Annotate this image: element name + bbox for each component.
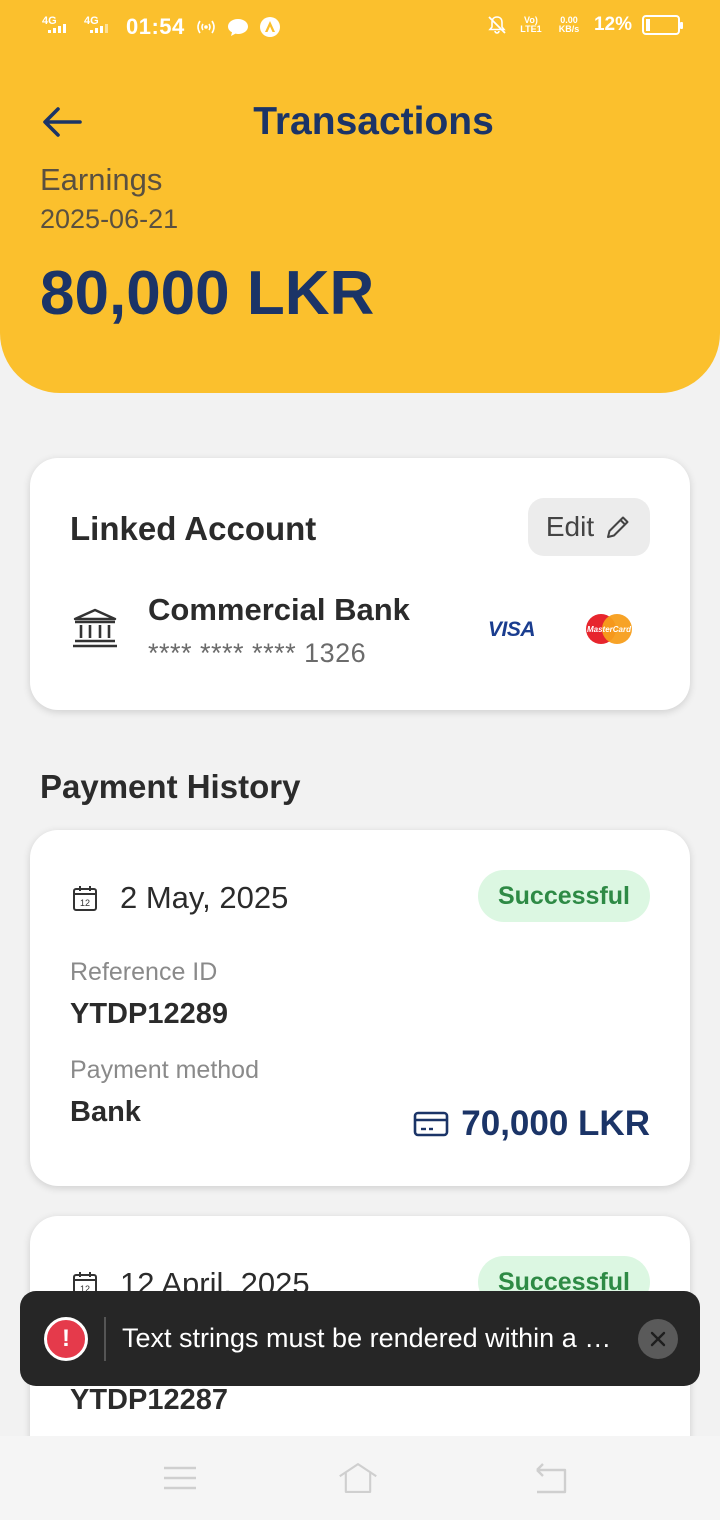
signal-icon-2: 4G: [84, 14, 116, 40]
app-notification-icon: [259, 16, 281, 38]
clock: 01:54: [126, 14, 185, 39]
payment-amount: 70,000 LKR: [461, 1104, 650, 1143]
home-button[interactable]: [338, 1458, 378, 1498]
status-right: Vo) LTE1 0.00 KB/s 12%: [486, 14, 683, 36]
reference-id-value: YTDP12289: [70, 998, 228, 1030]
card-icon: [413, 1111, 449, 1137]
toast-divider: [104, 1316, 106, 1361]
chat-icon: [227, 16, 249, 38]
return-icon: [536, 1463, 567, 1494]
earnings-label: Earnings: [40, 162, 163, 197]
toast-message: Text strings must be rendered within a …: [122, 1323, 612, 1353]
calendar-icon: 12: [73, 886, 97, 911]
battery-percent: 12%: [593, 14, 632, 35]
hotspot-icon: [195, 16, 217, 38]
svg-text:12: 12: [80, 898, 90, 908]
edit-button[interactable]: Edit: [528, 498, 650, 556]
reference-id-label: Reference ID: [70, 958, 218, 986]
status-left: 4G 4G 01:54: [42, 14, 281, 40]
header: 4G 4G 01:54 Vo) LTE1 0.00 KB/s 12% Trans…: [0, 0, 720, 393]
linked-account-card: Linked Account Edit Commercial Bank ****…: [30, 458, 690, 710]
menu-button[interactable]: [160, 1458, 200, 1498]
bank-name: Commercial Bank: [148, 592, 410, 627]
menu-icon: [164, 1466, 196, 1490]
payment-date: 2 May, 2025: [120, 880, 289, 915]
earnings-date: 2025-06-21: [40, 204, 179, 234]
payment-method-label: Payment method: [70, 1056, 259, 1084]
payment-amount-row: 70,000 LKR: [413, 1104, 650, 1144]
payment-card[interactable]: 12 2 May, 2025 Successful Reference ID Y…: [30, 830, 690, 1186]
battery-icon: [642, 15, 683, 35]
card-number: **** **** **** 1326: [148, 638, 367, 668]
visa-logo: VISA: [488, 618, 536, 641]
status-bar: 4G 4G 01:54 Vo) LTE1 0.00 KB/s 12%: [0, 0, 720, 58]
svg-text:MasterCard: MasterCard: [587, 625, 632, 634]
page-title: Transactions: [253, 100, 494, 143]
error-icon: !: [44, 1316, 88, 1361]
mastercard-logo: MasterCard: [586, 614, 632, 644]
payment-date-row: 12 2 May, 2025: [72, 880, 288, 916]
network-speed: 0.00 KB/s: [558, 15, 580, 34]
back-nav-button[interactable]: [530, 1458, 570, 1498]
home-icon: [339, 1463, 377, 1493]
error-toast: ! Text strings must be rendered within a…: [20, 1291, 700, 1386]
linked-account-heading: Linked Account: [70, 510, 317, 547]
earnings-amount: 80,000 LKR: [40, 259, 375, 328]
payment-method-value: Bank: [70, 1096, 141, 1128]
reference-id-value: YTDP12287: [70, 1384, 228, 1416]
payment-history-title: Payment History: [40, 768, 301, 805]
bank-icon: [73, 608, 117, 648]
toast-close-button[interactable]: [638, 1318, 678, 1359]
mute-icon: [486, 14, 508, 36]
close-icon: [650, 1331, 666, 1346]
volte-indicator: Vo) LTE1: [520, 15, 542, 34]
system-nav-bar: [0, 1436, 720, 1520]
signal-icon: 4G: [42, 14, 74, 40]
edit-label: Edit: [545, 511, 595, 542]
screen: 4G 4G 01:54 Vo) LTE1 0.00 KB/s 12% Trans…: [0, 0, 720, 1520]
pencil-icon: [607, 516, 629, 538]
status-badge: Successful: [477, 870, 650, 922]
